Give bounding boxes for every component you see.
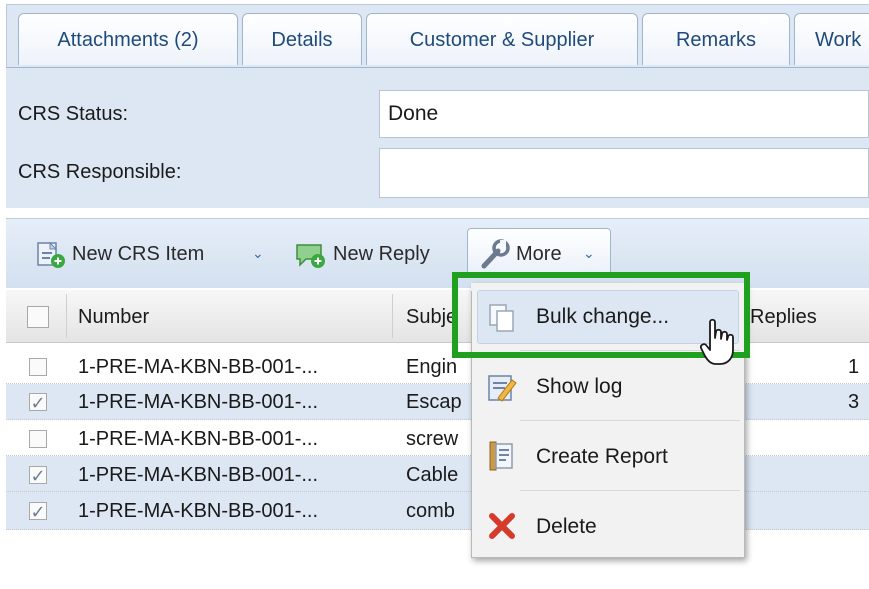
column-separator: [66, 294, 67, 338]
row-number: 1-PRE-MA-KBN-BB-001-...: [78, 464, 319, 486]
chevron-down-icon[interactable]: ⌄: [583, 245, 595, 262]
row-number: 1-PRE-MA-KBN-BB-001-...: [78, 500, 319, 522]
menu-item-create-report[interactable]: Create Report: [536, 445, 668, 469]
chevron-down-icon[interactable]: ⌄: [252, 245, 264, 262]
tab-label: Attachments (2): [57, 29, 199, 51]
menu-item-show-log[interactable]: Show log: [536, 375, 622, 399]
row-number: 1-PRE-MA-KBN-BB-001-...: [78, 428, 319, 450]
row-number: 1-PRE-MA-KBN-BB-001-...: [78, 356, 319, 378]
tab-work[interactable]: Work: [794, 13, 869, 65]
row-replies: 3: [848, 391, 860, 413]
tab-label: Remarks: [675, 29, 756, 51]
checkmark-icon: ✓: [30, 393, 46, 413]
crs-responsible-label: CRS Responsible:: [18, 161, 182, 183]
tab-details[interactable]: Details: [242, 13, 362, 65]
new-document-icon: [37, 241, 65, 268]
tab-label: Details: [271, 29, 333, 51]
reply-bubble-icon: [296, 244, 325, 268]
wrench-icon: [478, 238, 512, 270]
more-label[interactable]: More: [516, 243, 562, 266]
menu-separator: [520, 490, 740, 491]
row-replies: 1: [848, 356, 860, 378]
column-separator: [392, 294, 393, 338]
column-header-number[interactable]: Number: [78, 306, 149, 329]
new-crs-item-button[interactable]: [36, 240, 70, 270]
row-subject: comb: [406, 500, 455, 522]
tab-customer-supplier[interactable]: Customer & Supplier: [366, 13, 638, 65]
new-crs-item-label[interactable]: New CRS Item: [72, 243, 204, 266]
report-icon[interactable]: [486, 440, 518, 474]
row-checkbox[interactable]: [29, 430, 47, 448]
row-subject: Cable: [406, 464, 459, 486]
hand-cursor-icon: [699, 318, 736, 368]
row-subject: screw: [406, 428, 459, 450]
delete-icon[interactable]: [486, 510, 518, 542]
crs-status-field[interactable]: Done: [379, 90, 869, 138]
row-checkbox[interactable]: ✓: [29, 393, 47, 413]
crs-responsible-field[interactable]: [379, 148, 869, 198]
menu-separator: [520, 420, 740, 421]
menu-item-delete[interactable]: Delete: [536, 515, 597, 539]
tab-remarks[interactable]: Remarks: [642, 13, 790, 65]
row-subject: Engin: [406, 356, 458, 378]
new-reply-label[interactable]: New Reply: [333, 243, 430, 266]
column-header-replies[interactable]: Replies: [750, 306, 817, 329]
select-all-checkbox[interactable]: [27, 306, 49, 328]
row-subject: Escap: [406, 391, 462, 413]
row-number: 1-PRE-MA-KBN-BB-001-...: [78, 391, 319, 413]
tab-label: Work: [815, 29, 862, 51]
crs-status-label: CRS Status:: [18, 103, 129, 125]
row-checkbox[interactable]: [29, 358, 47, 376]
row-checkbox[interactable]: ✓: [29, 502, 47, 522]
new-reply-button[interactable]: [294, 240, 330, 270]
tab-attachments[interactable]: Attachments (2): [18, 13, 238, 65]
edit-note-icon[interactable]: [486, 370, 518, 404]
tab-label: Customer & Supplier: [409, 29, 595, 51]
row-checkbox[interactable]: ✓: [29, 466, 47, 486]
checkmark-icon: ✓: [30, 502, 46, 522]
checkmark-icon: ✓: [30, 466, 46, 486]
